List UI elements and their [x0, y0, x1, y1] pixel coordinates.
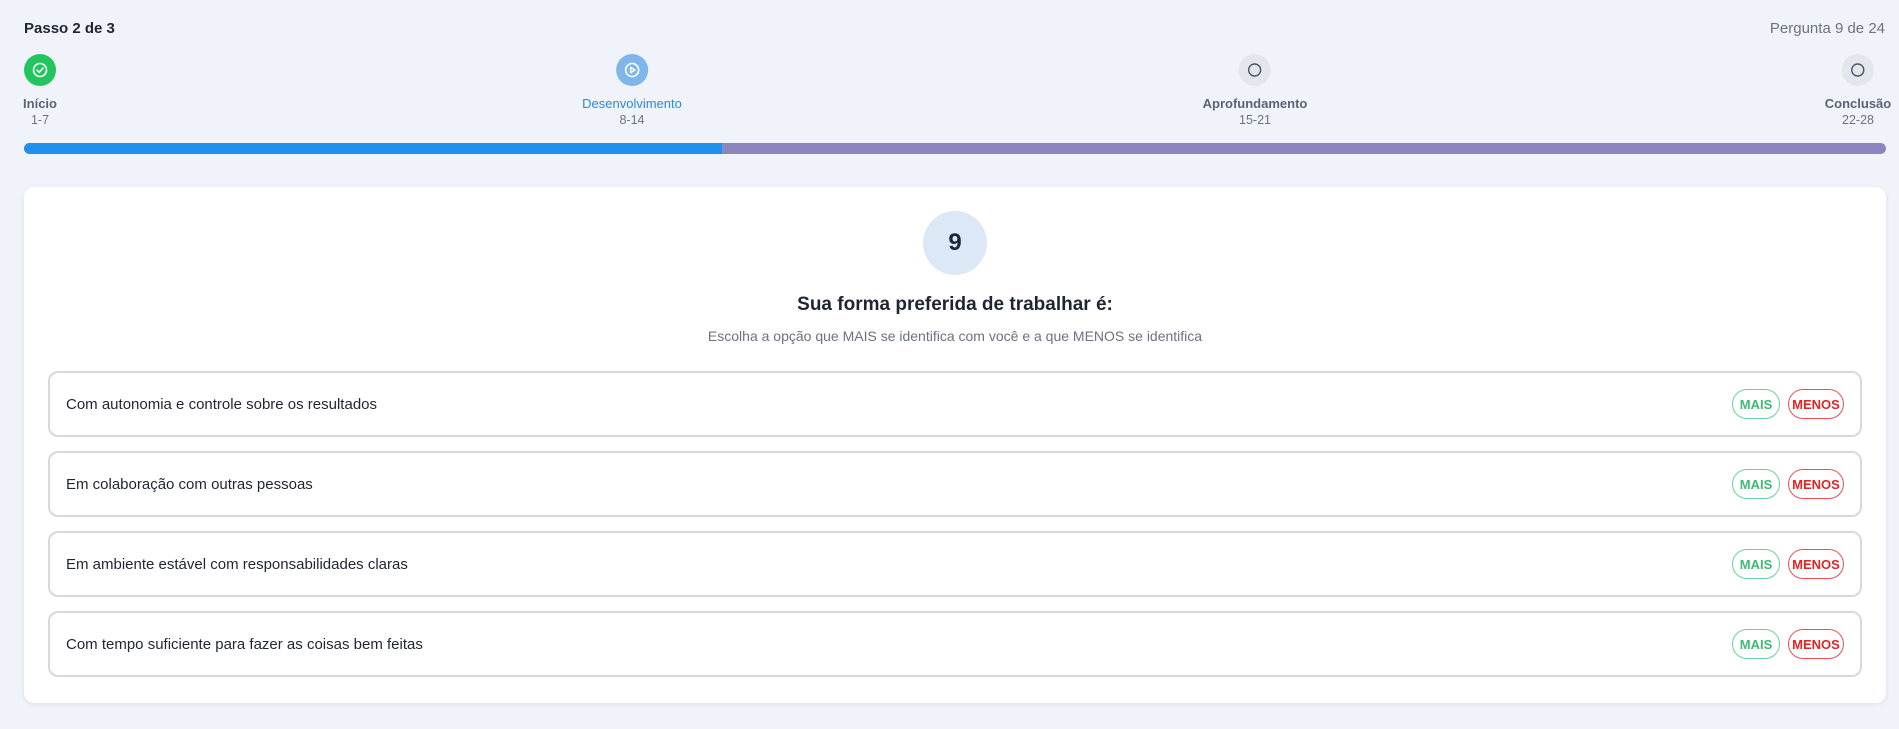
option-buttons: MAIS MENOS	[1732, 629, 1844, 659]
step-range: 8-14	[619, 113, 645, 127]
option-buttons: MAIS MENOS	[1732, 469, 1844, 499]
menos-button[interactable]: MENOS	[1788, 389, 1844, 419]
options-list: Com autonomia e controle sobre os result…	[48, 371, 1862, 691]
step-name: Conclusão	[1824, 96, 1892, 111]
mais-button[interactable]: MAIS	[1732, 469, 1780, 499]
option-row: Em colaboração com outras pessoas MAIS M…	[48, 451, 1862, 517]
menos-button[interactable]: MENOS	[1788, 549, 1844, 579]
step-inicio: Início 1-7	[23, 54, 57, 127]
mais-button[interactable]: MAIS	[1732, 549, 1780, 579]
progress-fill	[24, 143, 723, 154]
option-row: Com autonomia e controle sobre os result…	[48, 371, 1862, 437]
step-conclusao: Conclusão 22-28	[1825, 54, 1891, 127]
question-number: 9	[923, 211, 987, 275]
question-counter: Pergunta 9 de 24	[1769, 20, 1885, 37]
header: Passo 2 de 3 Pergunta 9 de 24	[24, 20, 1885, 37]
check-circle-icon	[23, 54, 56, 86]
progress-bar	[24, 143, 1886, 154]
step-name: Início	[23, 96, 57, 111]
option-text: Com autonomia e controle sobre os result…	[66, 395, 378, 413]
circle-icon	[1842, 54, 1874, 86]
option-text: Em colaboração com outras pessoas	[66, 475, 313, 493]
mais-button[interactable]: MAIS	[1732, 389, 1780, 419]
option-text: Com tempo suficiente para fazer as coisa…	[66, 635, 423, 653]
question-subtitle: Escolha a opção que MAIS se identifica c…	[707, 328, 1203, 344]
menos-button[interactable]: MENOS	[1788, 469, 1844, 499]
step-range: 1-7	[30, 113, 50, 127]
question-title: Sua forma preferida de trabalhar é:	[797, 294, 1113, 315]
step-name: Aprofundamento	[1202, 96, 1308, 111]
play-circle-icon	[616, 54, 648, 86]
step-label: Passo 2 de 3	[24, 20, 115, 37]
option-text: Em ambiente estável com responsabilidade…	[66, 555, 408, 573]
question-card: 9 Sua forma preferida de trabalhar é: Es…	[24, 187, 1886, 703]
option-buttons: MAIS MENOS	[1732, 549, 1844, 579]
step-desenvolvimento: Desenvolvimento 8-14	[582, 54, 682, 127]
option-buttons: MAIS MENOS	[1732, 389, 1844, 419]
stepper: Início 1-7 Desenvolvimento 8-14 Aprofund…	[0, 54, 1899, 134]
menos-button[interactable]: MENOS	[1788, 629, 1844, 659]
step-range: 22-28	[1842, 113, 1874, 127]
option-row: Em ambiente estável com responsabilidade…	[48, 531, 1862, 597]
step-name: Desenvolvimento	[582, 96, 682, 111]
step-range: 15-21	[1239, 113, 1271, 127]
step-aprofundamento: Aprofundamento 15-21	[1202, 54, 1308, 127]
circle-icon	[1239, 54, 1271, 86]
mais-button[interactable]: MAIS	[1732, 629, 1780, 659]
option-row: Com tempo suficiente para fazer as coisa…	[48, 611, 1862, 677]
